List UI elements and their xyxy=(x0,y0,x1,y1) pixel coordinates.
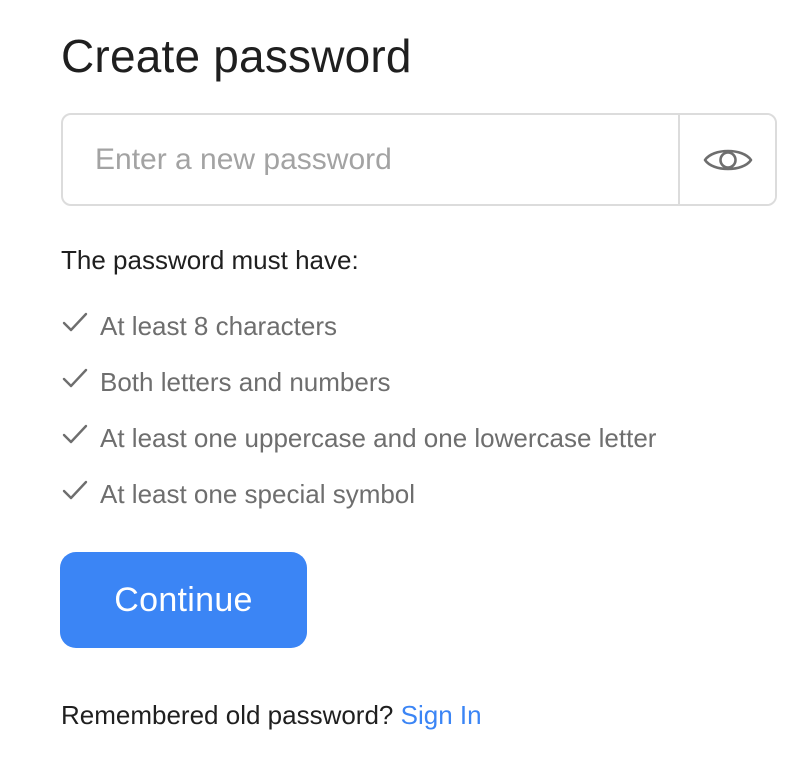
check-icon xyxy=(62,368,88,388)
continue-button[interactable]: Continue xyxy=(60,552,307,648)
requirement-label: Both letters and numbers xyxy=(100,366,391,397)
sign-in-link[interactable]: Sign In xyxy=(401,700,482,730)
requirements-list: At least 8 characters Both letters and n… xyxy=(61,298,656,522)
requirement-label: At least one uppercase and one lowercase… xyxy=(100,422,657,453)
footer-text: Remembered old password? xyxy=(61,700,394,730)
requirement-item: At least one special symbol xyxy=(61,466,656,522)
requirement-item: At least one uppercase and one lowercase… xyxy=(61,410,656,466)
password-field xyxy=(61,113,777,206)
requirement-label: At least 8 characters xyxy=(100,310,337,341)
check-icon xyxy=(62,424,88,444)
check-icon xyxy=(62,312,88,332)
requirement-label: At least one special symbol xyxy=(100,478,416,509)
footer-prompt: Remembered old password? Sign In xyxy=(61,699,482,731)
requirement-item: Both letters and numbers xyxy=(61,354,656,410)
eye-icon xyxy=(703,149,752,170)
check-icon xyxy=(62,480,88,500)
requirement-item: At least 8 characters xyxy=(61,298,656,354)
requirements-heading: The password must have: xyxy=(61,245,359,275)
toggle-password-visibility-button[interactable] xyxy=(678,115,775,204)
password-input[interactable] xyxy=(63,115,678,204)
page-title: Create password xyxy=(61,30,412,82)
